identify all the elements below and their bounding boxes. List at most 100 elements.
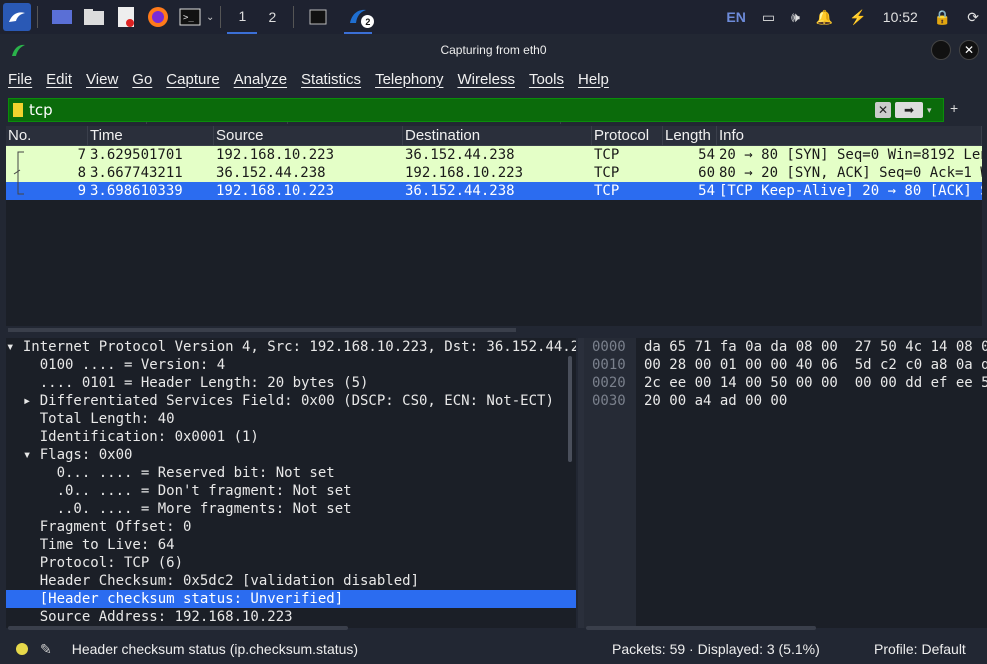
packet-row-selected[interactable]: 9 3.698610339 192.168.10.223 36.152.44.2…: [6, 182, 982, 200]
wireshark-window-icon[interactable]: 2: [344, 0, 375, 34]
keyboard-layout[interactable]: EN: [726, 9, 745, 25]
byte-offset: 0030: [592, 393, 626, 409]
packet-length: 60: [698, 165, 715, 181]
packet-row[interactable]: 7 3.629501701 192.168.10.223 36.152.44.2…: [6, 146, 982, 164]
detail-row[interactable]: Source Address: 192.168.10.223: [6, 608, 576, 626]
display-filter-input[interactable]: [29, 101, 875, 119]
detail-row[interactable]: ▾ Internet Protocol Version 4, Src: 192.…: [6, 338, 576, 356]
bytes-row[interactable]: 0010 00 28 00 01 00 00 40 06 5d c2 c0 a8 …: [584, 356, 987, 374]
chevron-down-icon[interactable]: ⌄: [206, 12, 214, 23]
detail-row[interactable]: Header Checksum: 0x5dc2 [validation disa…: [6, 572, 576, 590]
detail-row[interactable]: .... 0101 = Header Length: 20 bytes (5): [6, 374, 576, 392]
add-filter-button-icon[interactable]: +: [950, 100, 958, 116]
bytes-row[interactable]: 0030 20 00 a4 ad 00 00: [584, 392, 987, 410]
firefox-icon[interactable]: [144, 3, 172, 31]
status-bar: ✎ Header checksum status (ip.checksum.st…: [0, 634, 987, 664]
menu-tools[interactable]: Tools: [529, 71, 564, 88]
packet-source: 192.168.10.223: [216, 147, 335, 163]
svg-text:>_: >_: [183, 13, 194, 23]
apply-filter-icon[interactable]: ➡: [895, 102, 923, 118]
column-header-protocol[interactable]: Protocol: [592, 126, 663, 145]
status-packet-count: Packets: 59 · Displayed: 3 (5.1%): [612, 641, 820, 657]
menu-go[interactable]: Go: [132, 71, 152, 88]
packet-length: 54: [698, 183, 715, 199]
detail-row[interactable]: ▾ Flags: 0x00: [6, 446, 576, 464]
taskbar-separator: [220, 6, 222, 28]
bytes-horizontal-scrollbar[interactable]: [586, 626, 816, 630]
desktop-icon[interactable]: [48, 3, 76, 31]
detail-row[interactable]: Total Length: 40: [6, 410, 576, 428]
column-header-source[interactable]: Source: [214, 126, 403, 145]
detail-row[interactable]: ..0. .... = More fragments: Not set: [6, 500, 576, 518]
detail-row[interactable]: Protocol: TCP (6): [6, 554, 576, 572]
menu-file[interactable]: File: [8, 71, 32, 88]
column-header-no[interactable]: No.: [6, 126, 88, 145]
menu-view[interactable]: View: [86, 71, 118, 88]
lock-icon[interactable]: 🔒: [934, 9, 951, 26]
status-field-info: Header checksum status (ip.checksum.stat…: [71, 641, 359, 657]
workspace-1[interactable]: 1: [227, 0, 258, 34]
column-header-length[interactable]: Length: [663, 126, 717, 145]
packet-row[interactable]: 8 3.667743211 36.152.44.238 192.168.10.2…: [6, 164, 982, 182]
kali-menu-icon[interactable]: [3, 3, 31, 31]
display-icon[interactable]: ▭: [762, 9, 775, 26]
packet-time: 3.667743211: [90, 165, 183, 181]
menu-telephony[interactable]: Telephony: [375, 71, 443, 88]
clock[interactable]: 10:52: [883, 9, 918, 25]
packet-time: 3.698610339: [90, 183, 183, 199]
workspace-2[interactable]: 2: [257, 0, 287, 34]
byte-hex: 20 00 a4 ad 00 00: [644, 393, 788, 409]
detail-row-selected[interactable]: [Header checksum status: Unverified]: [6, 590, 576, 608]
text-editor-icon[interactable]: [112, 3, 140, 31]
packet-destination: 192.168.10.223: [405, 165, 524, 181]
bytes-row[interactable]: 0020 2c ee 00 14 00 50 00 00 00 00 dd ef …: [584, 374, 987, 392]
terminal-icon[interactable]: >_: [176, 3, 204, 31]
minimize-button[interactable]: [931, 40, 951, 60]
power-icon[interactable]: ⟳: [967, 9, 979, 26]
packet-list-header: No. Time Source Destination Protocol Len…: [6, 126, 982, 146]
bytes-row[interactable]: 0000 da 65 71 fa 0a da 08 00 27 50 4c 14 …: [584, 338, 987, 356]
filter-history-chevron-icon[interactable]: ▾: [927, 105, 939, 116]
pane-splitter[interactable]: [8, 328, 516, 332]
volume-icon[interactable]: 🕪: [791, 9, 800, 26]
filter-bookmark-icon[interactable]: [13, 103, 23, 117]
menu-help[interactable]: Help: [578, 71, 609, 88]
taskbar: >_ ⌄ 1 2 2 EN ▭ 🕪 🔔 ⚡ 10:52 🔒 ⟳: [0, 0, 987, 34]
close-button[interactable]: ✕: [959, 40, 979, 60]
byte-hex: 2c ee 00 14 00 50 00 00 00 00 dd ef ee 5…: [644, 375, 987, 391]
column-header-destination[interactable]: Destination: [403, 126, 592, 145]
packet-info: 20 → 80 [SYN] Seq=0 Win=8192 Len=0: [719, 147, 982, 163]
packet-details-pane: ▾ Internet Protocol Version 4, Src: 192.…: [6, 338, 576, 628]
status-profile[interactable]: Profile: Default: [874, 641, 966, 657]
detail-row[interactable]: 0100 .... = Version: 4: [6, 356, 576, 374]
menu-statistics[interactable]: Statistics: [301, 71, 361, 88]
packet-protocol: TCP: [594, 147, 620, 163]
file-manager-icon[interactable]: [80, 3, 108, 31]
detail-row[interactable]: .0.. .... = Don't fragment: Not set: [6, 482, 576, 500]
battery-charging-icon[interactable]: ⚡: [849, 9, 866, 26]
detail-row[interactable]: ▸ Differentiated Services Field: 0x00 (D…: [6, 392, 576, 410]
column-header-info[interactable]: Info: [717, 126, 982, 145]
column-header-time[interactable]: Time: [88, 126, 214, 145]
menu-wireless[interactable]: Wireless: [457, 71, 515, 88]
detail-row[interactable]: Identification: 0x0001 (1): [6, 428, 576, 446]
details-horizontal-scrollbar[interactable]: [8, 626, 348, 630]
packet-info: 80 → 20 [SYN, ACK] Seq=0 Ack=1 Win=8192: [719, 165, 982, 181]
detail-row[interactable]: Time to Live: 64: [6, 536, 576, 554]
clear-filter-icon[interactable]: ✕: [875, 102, 891, 118]
expert-info-indicator[interactable]: [16, 643, 28, 655]
menu-capture[interactable]: Capture: [166, 71, 219, 88]
detail-row[interactable]: 0... .... = Reserved bit: Not set: [6, 464, 576, 482]
packet-destination: 36.152.44.238: [405, 147, 515, 163]
packet-time: 3.629501701: [90, 147, 183, 163]
edit-comment-icon[interactable]: ✎: [40, 641, 52, 658]
detail-row[interactable]: Fragment Offset: 0: [6, 518, 576, 536]
window-count-badge: 2: [361, 15, 375, 28]
menu-edit[interactable]: Edit: [46, 71, 72, 88]
menu-analyze[interactable]: Analyze: [234, 71, 287, 88]
terminal-window-icon[interactable]: [304, 3, 332, 31]
details-scrollbar[interactable]: [568, 356, 572, 462]
vertical-pane-splitter[interactable]: [578, 338, 584, 628]
notification-bell-icon[interactable]: 🔔: [816, 9, 833, 26]
conversation-bracket-icon: [13, 151, 24, 195]
